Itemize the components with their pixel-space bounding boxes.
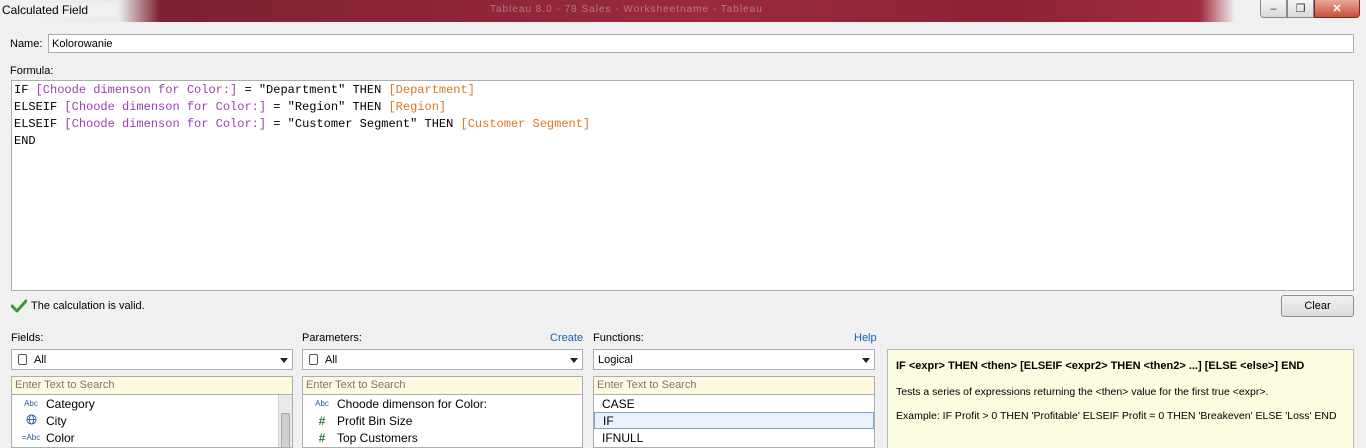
list-item-label: IF [603,413,614,428]
formula-line: END [14,133,1351,150]
number-icon: # [318,413,326,428]
formula-line: ELSEIF [Choode dimenson for Color:] = "R… [14,99,1351,116]
list-item[interactable]: CASE [594,395,874,412]
create-parameter-link[interactable]: Create [550,332,583,344]
parameters-label: Parameters: [302,332,362,344]
formula-token: [Region] [388,100,447,114]
list-item[interactable]: =Abc Color [12,429,292,446]
formula-line: ELSEIF [Choode dimenson for Color:] = "C… [14,116,1351,133]
fields-search-input[interactable]: Enter Text to Search [11,376,293,395]
formula-editor[interactable]: IF [Choode dimenson for Color:] = "Depar… [11,80,1354,291]
fields-label: Fields: [11,332,44,344]
validation-text: The calculation is valid. [31,300,145,312]
function-example: Example: IF Profit > 0 THEN 'Profitable'… [896,410,1337,422]
list-item-label: Category [46,396,95,411]
functions-dropdown-value: Logical [598,354,633,366]
background-window-title: Tableau 8.0 - 78 Sales - Worksheetname -… [490,4,763,15]
chevron-down-icon [862,358,870,363]
datasource-icon [309,354,318,365]
string-icon: Abc [24,399,38,408]
functions-list: CASE IF IFNULL [593,395,875,448]
functions-label: Functions: [593,332,644,344]
chevron-down-icon [570,358,578,363]
fields-dropdown-value: All [34,354,47,366]
list-item[interactable]: IF [594,412,874,429]
functions-search-input[interactable]: Enter Text to Search [593,376,875,395]
name-label: Name: [10,38,43,50]
formula-token: [Customer Segment] [460,117,591,131]
list-item-label: Profit Bin Size [337,413,413,428]
formula-token: IF [14,83,36,97]
fields-scrollbar[interactable] [278,395,292,447]
formula-token: = "Region" THEN [266,100,389,114]
globe-icon [20,414,42,427]
fields-list: Abc Category City =Abc Color [11,395,293,448]
help-link[interactable]: Help [854,332,877,344]
chevron-down-icon [280,358,288,363]
function-help-panel: IF <expr> THEN <then> [ELSEIF <expr2> TH… [887,349,1354,448]
formula-token: [Department] [388,83,475,97]
list-item[interactable]: # Top Customers [303,429,582,446]
fields-dropdown[interactable]: All [11,349,293,370]
formula-token: END [14,134,36,148]
number-icon: # [318,430,326,445]
list-item[interactable]: IFNULL [594,429,874,446]
parameters-dropdown[interactable]: All [302,349,583,370]
validation-status: The calculation is valid. [11,299,145,313]
list-item[interactable]: City [12,412,292,429]
functions-dropdown[interactable]: Logical [593,349,875,370]
formula-line: IF [Choode dimenson for Color:] = "Depar… [14,82,1351,99]
parameters-dropdown-value: All [325,354,338,366]
parameters-search-input[interactable]: Enter Text to Search [302,376,583,395]
parameters-list: Abc Choode dimenson for Color: # Profit Bin… [302,395,583,448]
name-input[interactable]: Kolorowanie [48,34,1354,53]
formula-token: [Choode dimenson for Color:] [64,117,267,131]
formula-token: [Choode dimenson for Color:] [35,83,238,97]
restore-button[interactable]: ❐ [1287,0,1314,18]
list-item[interactable]: Abc Category [12,395,292,412]
check-icon [11,299,27,313]
window-controls: – ❐ ✕ [1260,0,1360,18]
datasource-icon [18,354,27,365]
list-item-label: Choode dimenson for Color: [337,396,488,411]
string-icon: Abc [315,399,329,408]
function-syntax: IF <expr> THEN <then> [ELSEIF <expr2> TH… [896,360,1305,372]
clear-button[interactable]: Clear [1281,295,1354,317]
formula-label: Formula: [10,65,54,77]
formula-token: ELSEIF [14,100,65,114]
formula-token: [Choode dimenson for Color:] [64,100,267,114]
window-title: Calculated Field [2,3,119,17]
list-item-label: IFNULL [602,430,644,445]
formula-token: = "Customer Segment" THEN [266,117,461,131]
calculated-string-icon: =Abc [21,433,41,442]
list-item[interactable]: # Profit Bin Size [303,412,582,429]
close-button[interactable]: ✕ [1314,0,1360,18]
list-item-label: Color [46,430,75,445]
list-item[interactable]: Abc Choode dimenson for Color: [303,395,582,412]
title-bar: Calculated Field Tableau 8.0 - 78 Sales … [0,0,1366,22]
formula-token: ELSEIF [14,117,65,131]
minimize-button[interactable]: – [1260,0,1287,18]
formula-token: = "Department" THEN [237,83,389,97]
list-item-label: City [46,413,67,428]
function-description: Tests a series of expressions returning … [896,386,1269,398]
list-item-label: CASE [602,396,635,411]
list-item-label: Top Customers [337,430,418,445]
